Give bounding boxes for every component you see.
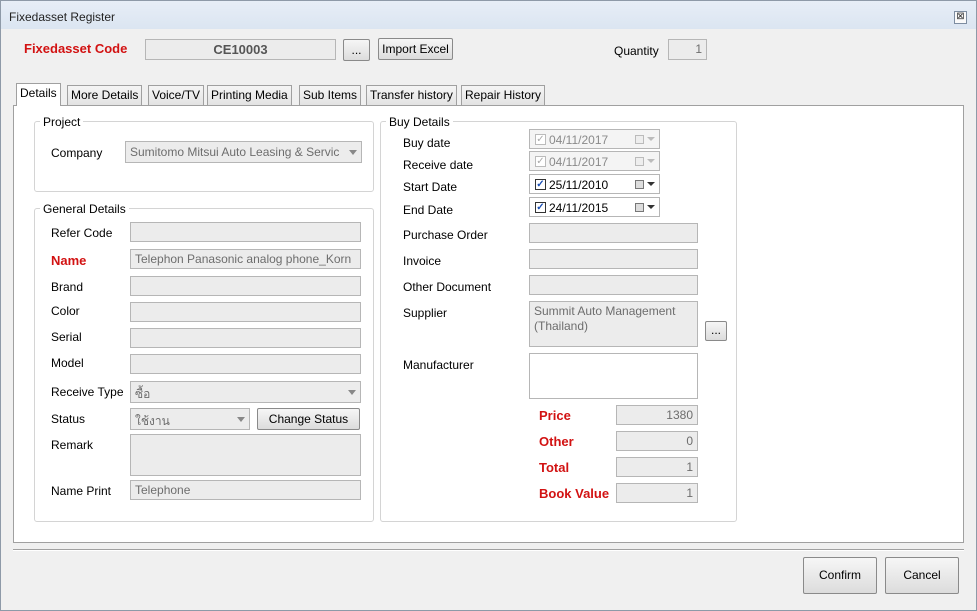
- quantity-field[interactable]: 1: [668, 39, 707, 60]
- manufacturer-label: Manufacturer: [403, 358, 474, 372]
- invoice-label: Invoice: [403, 254, 442, 268]
- remark-label: Remark: [51, 438, 94, 452]
- manufacturer-field[interactable]: [529, 353, 698, 399]
- receive-date-checkbox[interactable]: ✓: [535, 156, 546, 167]
- end-date-label: End Date: [403, 203, 454, 217]
- start-date-picker[interactable]: ✓ 25/11/2010: [529, 174, 660, 194]
- buy-details-title: Buy Details: [386, 115, 453, 129]
- calendar-icon: [635, 135, 644, 144]
- footer-separator: [13, 549, 964, 551]
- chevron-down-icon: [647, 182, 655, 186]
- general-details-title: General Details: [40, 202, 129, 216]
- purchase-order-label: Purchase Order: [403, 228, 488, 242]
- window-title: Fixedasset Register: [9, 10, 116, 24]
- other-document-field[interactable]: [529, 275, 698, 295]
- end-date-value: 24/11/2015: [549, 201, 609, 215]
- tab-voice-tv[interactable]: Voice/TV: [148, 85, 205, 105]
- company-select[interactable]: Sumitomo Mitsui Auto Leasing & Servic: [125, 141, 362, 163]
- fixedasset-register-window: Fixedasset Register ⊠ Fixedasset Code CE…: [0, 0, 977, 611]
- refer-code-field[interactable]: [130, 222, 361, 242]
- status-label: Status: [51, 412, 86, 426]
- buy-date-label: Buy date: [403, 136, 451, 150]
- tab-sub-items[interactable]: Sub Items: [299, 85, 362, 105]
- purchase-order-field[interactable]: [529, 223, 698, 243]
- price-field[interactable]: 1380: [616, 405, 698, 425]
- end-date-picker[interactable]: ✓ 24/11/2015: [529, 197, 660, 217]
- buy-date-checkbox[interactable]: ✓: [535, 134, 546, 145]
- browse-code-button[interactable]: ...: [343, 39, 370, 61]
- chevron-down-icon: [647, 159, 655, 163]
- fixedasset-code-field[interactable]: CE10003: [145, 39, 336, 60]
- tab-details[interactable]: Details: [16, 83, 61, 106]
- brand-label: Brand: [51, 280, 84, 294]
- quantity-label: Quantity: [614, 44, 659, 58]
- price-label: Price: [539, 408, 571, 423]
- serial-label: Serial: [51, 330, 82, 344]
- other-label: Other: [539, 434, 574, 449]
- buy-date-picker[interactable]: ✓ 04/11/2017: [529, 129, 660, 149]
- model-field[interactable]: [130, 354, 361, 374]
- book-value-label: Book Value: [539, 486, 610, 501]
- import-excel-button[interactable]: Import Excel: [378, 38, 453, 60]
- project-group-title: Project: [40, 115, 84, 129]
- tab-transfer-history[interactable]: Transfer history: [366, 85, 457, 105]
- tab-repair-history[interactable]: Repair History: [461, 85, 546, 105]
- tab-more-details[interactable]: More Details: [67, 85, 143, 105]
- refer-code-label: Refer Code: [51, 226, 113, 240]
- name-print-label: Name Print: [51, 484, 112, 498]
- fixedasset-code-label: Fixedasset Code: [24, 41, 128, 56]
- status-value: ใช้งาน: [135, 414, 170, 428]
- chevron-down-icon: [237, 417, 245, 422]
- name-label: Name: [51, 253, 87, 268]
- cancel-button[interactable]: Cancel: [885, 557, 959, 594]
- start-date-value: 25/11/2010: [549, 178, 609, 192]
- book-value-field[interactable]: 1: [616, 483, 698, 503]
- browse-supplier-button[interactable]: ...: [705, 321, 727, 341]
- start-date-label: Start Date: [403, 180, 458, 194]
- supplier-field[interactable]: Summit Auto Management (Thailand): [529, 301, 698, 347]
- total-field[interactable]: 1: [616, 457, 698, 477]
- receive-date-label: Receive date: [403, 158, 474, 172]
- color-field[interactable]: [130, 302, 361, 322]
- tab-printing-media[interactable]: Printing Media: [207, 85, 292, 105]
- model-label: Model: [51, 356, 84, 370]
- brand-field[interactable]: [130, 276, 361, 296]
- invoice-field[interactable]: [529, 249, 698, 269]
- color-label: Color: [51, 304, 80, 318]
- calendar-icon: [635, 180, 644, 189]
- supplier-label: Supplier: [403, 306, 448, 320]
- other-field[interactable]: 0: [616, 431, 698, 451]
- remark-field[interactable]: [130, 434, 361, 476]
- total-label: Total: [539, 460, 570, 475]
- chevron-down-icon: [647, 205, 655, 209]
- chevron-down-icon: [349, 150, 357, 155]
- receive-type-label: Receive Type: [51, 385, 124, 399]
- status-select[interactable]: ใช้งาน: [130, 408, 250, 430]
- receive-type-value: ซื้อ: [135, 387, 151, 401]
- receive-date-value: 04/11/2017: [549, 155, 609, 169]
- start-date-checkbox[interactable]: ✓: [535, 179, 546, 190]
- end-date-checkbox[interactable]: ✓: [535, 202, 546, 213]
- calendar-icon: [635, 203, 644, 212]
- company-value: Sumitomo Mitsui Auto Leasing & Servic: [130, 145, 340, 159]
- serial-field[interactable]: [130, 328, 361, 348]
- other-document-label: Other Document: [403, 280, 492, 294]
- chevron-down-icon: [647, 137, 655, 141]
- title-bar: Fixedasset Register ⊠: [1, 1, 976, 29]
- name-field[interactable]: Telephon Panasonic analog phone_Korn: [130, 249, 361, 269]
- change-status-button[interactable]: Change Status: [257, 408, 360, 430]
- calendar-icon: [635, 157, 644, 166]
- chevron-down-icon: [348, 390, 356, 395]
- company-label: Company: [51, 146, 103, 160]
- name-print-field[interactable]: Telephone: [130, 480, 361, 500]
- receive-type-select[interactable]: ซื้อ: [130, 381, 361, 403]
- receive-date-picker[interactable]: ✓ 04/11/2017: [529, 151, 660, 171]
- close-icon[interactable]: ⊠: [954, 11, 967, 24]
- buy-date-value: 04/11/2017: [549, 133, 609, 147]
- confirm-button[interactable]: Confirm: [803, 557, 877, 594]
